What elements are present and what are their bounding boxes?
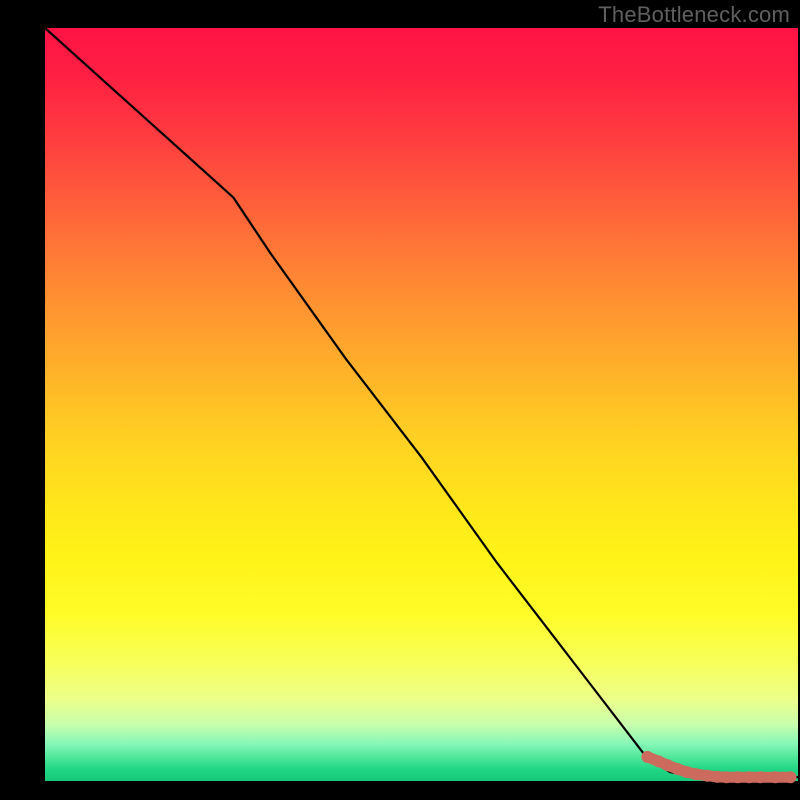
marker-dot [785,771,797,783]
marker-dot [743,771,755,783]
marker-dot [641,751,653,763]
marker-dot [769,771,781,783]
marker-dot [732,771,744,783]
chart-svg [45,28,798,781]
marker-dot [690,768,702,780]
watermark-text: TheBottleneck.com [598,2,790,28]
optimal-region-dots [641,751,796,783]
marker-dot [754,771,766,783]
chart-plot-area [45,28,798,781]
bottleneck-curve [45,28,798,777]
chart-frame: TheBottleneck.com [0,0,800,800]
marker-dot [721,771,733,783]
